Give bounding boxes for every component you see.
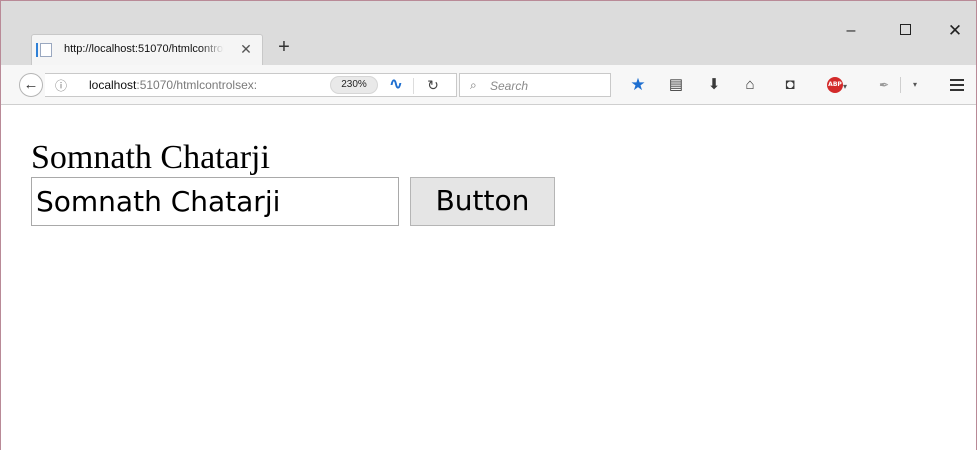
adblock-dropdown-icon[interactable]: ▾ bbox=[843, 82, 847, 91]
tab-strip: http://localhost:51070/htmlcontrolsex ✕ … bbox=[1, 1, 976, 65]
navigation-toolbar: ← ⓘ localhost:51070/htmlcontrolsex: 230%… bbox=[1, 65, 976, 105]
zoom-indicator[interactable]: 230% bbox=[330, 76, 378, 94]
download-icon[interactable]: ⬇ bbox=[704, 75, 724, 95]
page-content: Somnath Chatarji Button bbox=[1, 105, 976, 450]
search-icon: ⌕ bbox=[470, 78, 477, 92]
submit-button[interactable]: Button bbox=[410, 177, 555, 226]
page-favicon-icon bbox=[36, 43, 52, 57]
close-window-button[interactable]: ✕ bbox=[935, 19, 975, 43]
minimize-button[interactable]: – bbox=[831, 19, 871, 43]
name-input[interactable] bbox=[31, 177, 399, 226]
menu-icon[interactable] bbox=[950, 79, 964, 91]
back-arrow-icon[interactable]: ← bbox=[19, 73, 43, 97]
address-url[interactable]: localhost:51070/htmlcontrolsex: bbox=[89, 78, 349, 94]
toolbar-divider bbox=[900, 77, 901, 93]
browser-tab[interactable]: http://localhost:51070/htmlcontrolsex ✕ bbox=[31, 34, 263, 65]
overflow-dropdown-icon[interactable]: ▾ bbox=[907, 75, 923, 95]
home-icon[interactable]: ⌂ bbox=[740, 75, 760, 95]
address-bar[interactable]: ⓘ localhost:51070/htmlcontrolsex: 230% ∿… bbox=[45, 73, 457, 97]
maximize-icon bbox=[899, 24, 911, 35]
pocket-icon[interactable]: ◘ bbox=[780, 75, 800, 95]
search-box[interactable]: ⌕ Search bbox=[459, 73, 611, 97]
info-icon[interactable]: ⓘ bbox=[55, 77, 71, 93]
search-placeholder: Search bbox=[490, 79, 529, 93]
name-heading: Somnath Chatarji bbox=[31, 139, 270, 176]
maximize-button[interactable] bbox=[885, 19, 925, 43]
url-host: localhost bbox=[89, 78, 137, 92]
reading-list-icon[interactable]: ▤ bbox=[666, 75, 686, 95]
tab-title: http://localhost:51070/htmlcontrolsex bbox=[64, 43, 224, 55]
reload-icon[interactable]: ↻ bbox=[422, 76, 444, 94]
extension-icon[interactable]: ✒ bbox=[874, 75, 894, 95]
address-divider bbox=[413, 78, 414, 94]
bookmark-star-icon[interactable]: ★ bbox=[628, 75, 648, 95]
adblock-badge: ABP bbox=[826, 77, 843, 94]
new-tab-button[interactable]: + bbox=[274, 37, 294, 57]
tab-close-icon[interactable]: ✕ bbox=[238, 41, 254, 57]
browser-window: http://localhost:51070/htmlcontrolsex ✕ … bbox=[0, 0, 977, 450]
url-path: :51070/htmlcontrolsex: bbox=[136, 78, 258, 92]
adblock-icon[interactable]: ABP▾ bbox=[820, 75, 854, 95]
reader-icon[interactable]: ∿ bbox=[386, 76, 406, 94]
